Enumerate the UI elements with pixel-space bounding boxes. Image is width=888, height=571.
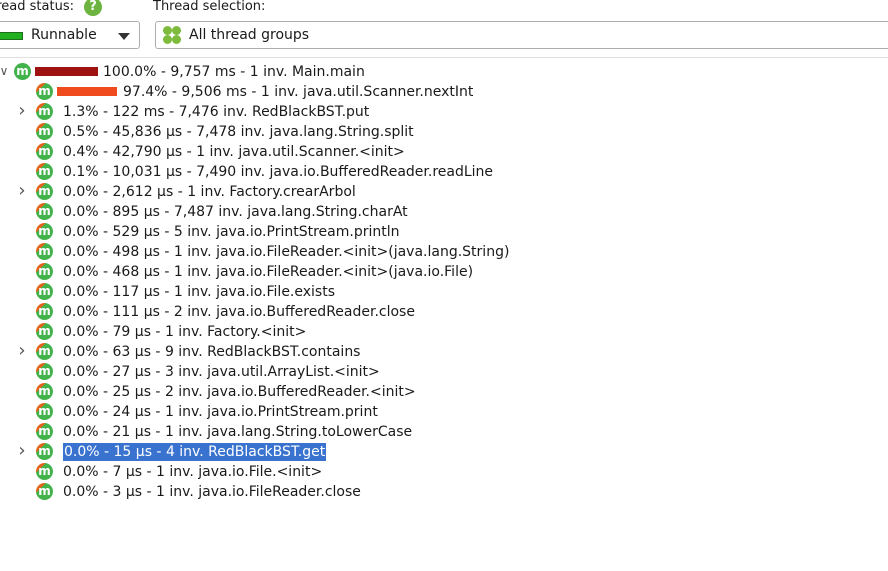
tree-row[interactable]: › m 1.3% - 122 ms - 7,476 inv. RedBlackBST… — [0, 102, 888, 122]
method-icon: m — [36, 323, 53, 340]
toolbar: hread status: ? Thread selection: Runnab… — [0, 0, 888, 58]
tree-row[interactable]: m 0.0% - 21 µs - 1 inv. java.lang.String.… — [0, 422, 888, 442]
tree-row-label: 1.3% - 122 ms - 7,476 inv. RedBlackBST.p… — [63, 104, 370, 120]
method-icon: m — [36, 383, 53, 400]
toolbar-divider — [0, 57, 888, 58]
tree-row-label: 0.0% - 7 µs - 1 inv. java.io.File.<init> — [63, 464, 323, 480]
method-icon: m — [36, 243, 53, 260]
method-icon: m — [36, 423, 53, 440]
tree-row-label: 0.0% - 468 µs - 1 inv. java.io.FileReade… — [63, 264, 474, 280]
method-icon: m — [36, 163, 53, 180]
tree-row[interactable]: m 0.0% - 24 µs - 1 inv. java.io.PrintStre… — [0, 402, 888, 422]
tree-row[interactable]: m 0.0% - 3 µs - 1 inv. java.io.FileReader… — [0, 482, 888, 502]
tree-row[interactable]: m 0.0% - 117 µs - 1 inv. java.io.File.exi… — [0, 282, 888, 302]
method-icon: m — [36, 263, 53, 280]
expand-chevron-icon[interactable]: › — [16, 442, 28, 460]
thread-status-dropdown[interactable]: Runnable — [0, 21, 140, 49]
tree-row[interactable]: m 0.0% - 895 µs - 7,487 inv. java.lang.St… — [0, 202, 888, 222]
method-icon: m — [36, 183, 53, 200]
tree-row-label: 0.1% - 10,031 µs - 7,490 inv. java.io.Bu… — [63, 164, 494, 180]
method-icon: m — [36, 123, 53, 140]
tree-row-label: 0.5% - 45,836 µs - 7,478 inv. java.lang.… — [63, 124, 414, 140]
thread-status-value: Runnable — [31, 27, 97, 43]
tree-row-label: 100.0% - 9,757 ms - 1 inv. Main.main — [103, 64, 365, 80]
method-icon: m — [36, 403, 53, 420]
method-icon: m — [36, 443, 53, 460]
method-icon: m — [36, 343, 53, 360]
tree-row-label: 0.0% - 63 µs - 9 inv. RedBlackBST.contai… — [63, 344, 361, 360]
tree-row-label: 0.0% - 111 µs - 2 inv. java.io.BufferedR… — [63, 304, 415, 320]
tree-row[interactable]: m 0.0% - 111 µs - 2 inv. java.io.Buffered… — [0, 302, 888, 322]
method-icon: m — [36, 103, 53, 120]
method-icon: m — [36, 203, 53, 220]
tree-row[interactable]: m 0.0% - 468 µs - 1 inv. java.io.FileRead… — [0, 262, 888, 282]
method-icon: m — [36, 483, 53, 500]
collapse-chevron-icon[interactable]: ∨ — [0, 64, 10, 78]
tree-row-label: 0.4% - 42,790 µs - 1 inv. java.util.Scan… — [63, 144, 405, 160]
tree-row[interactable]: m 0.0% - 79 µs - 1 inv. Factory.<init> — [0, 322, 888, 342]
time-bar — [35, 67, 98, 76]
tree-row-label: 0.0% - 498 µs - 1 inv. java.io.FileReade… — [63, 244, 510, 260]
time-bar — [57, 87, 117, 96]
chevron-down-icon[interactable] — [118, 33, 130, 40]
method-icon: m — [36, 283, 53, 300]
thread-status-label: hread status: — [0, 0, 74, 14]
tree-row-label: 97.4% - 9,506 ms - 1 inv. java.util.Scan… — [123, 84, 474, 100]
tree-row-label: 0.0% - 3 µs - 1 inv. java.io.FileReader.… — [63, 484, 361, 500]
tree-row-label: 0.0% - 117 µs - 1 inv. java.io.File.exis… — [63, 284, 336, 300]
runnable-swatch-icon — [0, 32, 23, 40]
tree-row[interactable]: m 0.0% - 25 µs - 2 inv. java.io.BufferedR… — [0, 382, 888, 402]
tree-row-label: 0.0% - 27 µs - 3 inv. java.util.ArrayLis… — [63, 364, 380, 380]
tree-row[interactable]: m 0.0% - 498 µs - 1 inv. java.io.FileRead… — [0, 242, 888, 262]
thread-selection-value: All thread groups — [189, 27, 310, 43]
method-icon: m — [36, 363, 53, 380]
call-tree[interactable]: ∨ m 100.0% - 9,757 ms - 1 inv. Main.main… — [0, 62, 888, 502]
tree-row[interactable]: › m 0.0% - 63 µs - 9 inv. RedBlackBST.cont… — [0, 342, 888, 362]
thread-selection-dropdown[interactable]: All thread groups — [155, 21, 888, 49]
tree-row[interactable]: m 0.4% - 42,790 µs - 1 inv. java.util.Sca… — [0, 142, 888, 162]
tree-row[interactable]: m 97.4% - 9,506 ms - 1 inv. java.util.Sca… — [0, 82, 888, 102]
tree-row-label: 0.0% - 21 µs - 1 inv. java.lang.String.t… — [63, 424, 413, 440]
tree-row[interactable]: m 0.0% - 27 µs - 3 inv. java.util.ArrayLi… — [0, 362, 888, 382]
method-icon: m — [14, 63, 31, 80]
method-icon: m — [36, 223, 53, 240]
method-icon: m — [36, 303, 53, 320]
tree-row-label: 0.0% - 15 µs - 4 inv. RedBlackBST.get — [63, 443, 327, 461]
tree-row-label: 0.0% - 25 µs - 2 inv. java.io.BufferedRe… — [63, 384, 416, 400]
method-icon: m — [36, 83, 53, 100]
thread-selection-label: Thread selection: — [153, 0, 266, 14]
expand-chevron-icon[interactable]: › — [16, 102, 28, 120]
tree-row[interactable]: › m 0.0% - 15 µs - 4 inv. RedBlackBST.get — [0, 442, 888, 462]
method-icon: m — [36, 463, 53, 480]
tree-row-root[interactable]: ∨ m 100.0% - 9,757 ms - 1 inv. Main.main — [0, 62, 888, 82]
tree-row[interactable]: m 0.0% - 529 µs - 5 inv. java.io.PrintStr… — [0, 222, 888, 242]
help-icon[interactable]: ? — [84, 0, 102, 16]
method-icon: m — [36, 143, 53, 160]
tree-row-label: 0.0% - 2,612 µs - 1 inv. Factory.crearAr… — [63, 184, 356, 200]
expand-chevron-icon[interactable]: › — [16, 182, 28, 200]
tree-row[interactable]: m 0.5% - 45,836 µs - 7,478 inv. java.lang… — [0, 122, 888, 142]
tree-row-label: 0.0% - 895 µs - 7,487 inv. java.lang.Str… — [63, 204, 408, 220]
expand-chevron-icon[interactable]: › — [16, 342, 28, 360]
tree-row[interactable]: m 0.0% - 7 µs - 1 inv. java.io.File.<init… — [0, 462, 888, 482]
thread-groups-icon — [163, 26, 181, 44]
tree-row[interactable]: m 0.1% - 10,031 µs - 7,490 inv. java.io.B… — [0, 162, 888, 182]
tree-row-label: 0.0% - 79 µs - 1 inv. Factory.<init> — [63, 324, 307, 340]
tree-row-label: 0.0% - 529 µs - 5 inv. java.io.PrintStre… — [63, 224, 400, 240]
tree-row-label: 0.0% - 24 µs - 1 inv. java.io.PrintStrea… — [63, 404, 378, 420]
tree-row[interactable]: › m 0.0% - 2,612 µs - 1 inv. Factory.crear… — [0, 182, 888, 202]
